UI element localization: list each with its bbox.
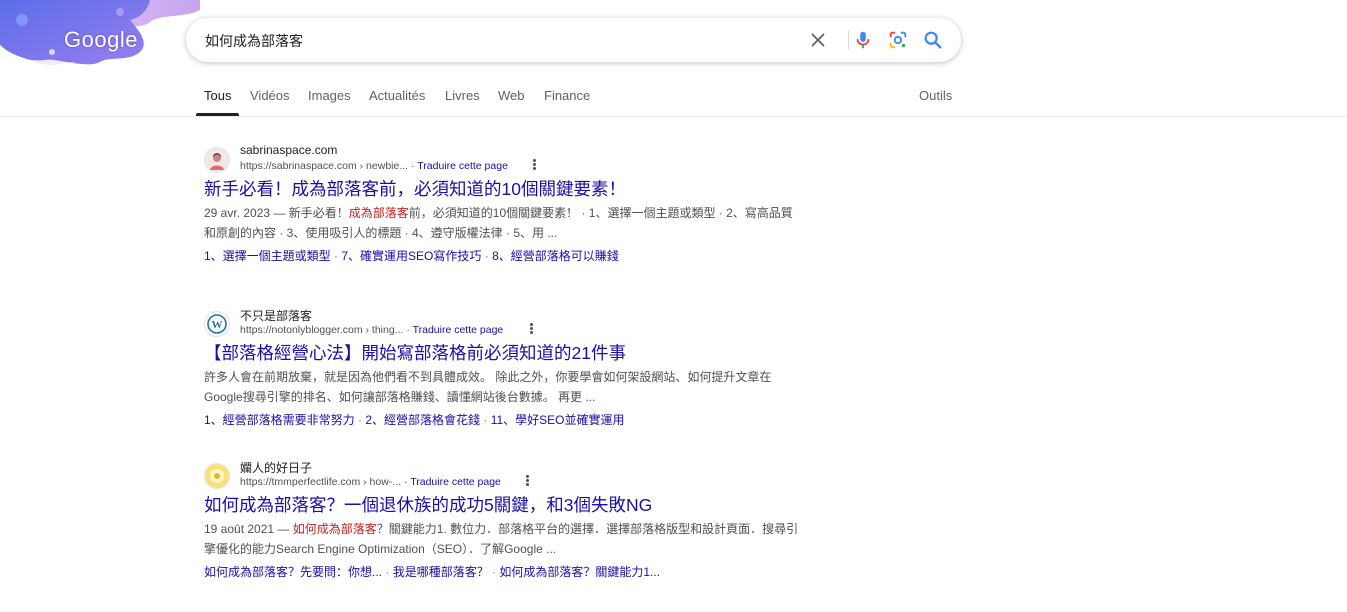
more-options-icon[interactable]: [522, 474, 532, 488]
sitelink[interactable]: 我是哪種部落客？: [393, 565, 489, 579]
tab-actualites[interactable]: Actualités: [369, 88, 425, 103]
microphone-icon[interactable]: [852, 29, 874, 51]
sitelink[interactable]: 11、學好SEO並確實運用: [491, 413, 625, 427]
tab-livres[interactable]: Livres: [445, 88, 480, 103]
search-icon[interactable]: [922, 29, 944, 51]
sitelink[interactable]: 2、經營部落格會花錢: [365, 413, 480, 427]
site-url[interactable]: https://tmmperfectlife.com › how-... · T…: [240, 476, 501, 488]
site-name[interactable]: 孄人的好日子: [240, 459, 312, 476]
site-url[interactable]: https://notonlyblogger.com › thing... · …: [240, 324, 503, 336]
tabs-divider: [0, 116, 1347, 117]
snippet-text: 新手必看！: [288, 206, 349, 220]
tools-button[interactable]: Outils: [919, 88, 952, 103]
site-url[interactable]: https://sabrinaspace.com › newbie... · T…: [240, 160, 508, 172]
search-box[interactable]: 如何成為部落客: [186, 18, 961, 62]
more-options-icon[interactable]: [526, 322, 536, 336]
sitelink[interactable]: 如何成為部落客？關鍵能力1...: [499, 565, 660, 579]
sitelink[interactable]: 如何成為部落客？先要問：你想...: [204, 565, 382, 579]
snippet-highlight: 成為部落客: [348, 206, 409, 220]
portrait-icon: [205, 148, 229, 172]
translate-link[interactable]: Traduire cette page: [410, 476, 501, 488]
tab-videos[interactable]: Vidéos: [250, 88, 290, 103]
search-divider: [848, 30, 849, 50]
clear-icon[interactable]: [807, 29, 829, 51]
translate-link[interactable]: Traduire cette page: [417, 160, 508, 172]
tab-web[interactable]: Web: [498, 88, 525, 103]
translate-link[interactable]: Traduire cette page: [413, 324, 504, 336]
result-date: 19 août 2021: [204, 522, 275, 536]
sitelink[interactable]: 1、選擇一個主題或類型: [204, 249, 331, 263]
sitelinks: 1、經營部落格需要非常努力 · 2、經營部落格會花錢 · 11、學好SEO並確實…: [204, 413, 625, 427]
url-text[interactable]: https://tmmperfectlife.com › how-...: [240, 476, 401, 488]
sitelinks: 如何成為部落客？先要問：你想... · 我是哪種部落客？ · 如何成為部落客？關…: [204, 565, 661, 579]
result-snippet: 19 août 2021 — 如何成為部落客？關鍵能力1. 數位力．部落格平台的…: [204, 522, 799, 556]
site-favicon[interactable]: [204, 147, 230, 173]
site-name[interactable]: sabrinaspace.com: [240, 143, 337, 157]
search-input[interactable]: 如何成為部落客: [205, 31, 303, 51]
sitelinks: 1、選擇一個主題或類型 · 7、確實運用SEO寫作技巧 · 8、經營部落格可以賺…: [204, 249, 619, 263]
wordpress-icon: W: [205, 312, 229, 336]
site-name[interactable]: 不只是部落客: [240, 307, 312, 324]
result-date: 29 avr. 2023: [204, 206, 271, 220]
tab-tous[interactable]: Tous: [204, 88, 231, 103]
sitelink[interactable]: 7、確實運用SEO寫作技巧: [341, 249, 481, 263]
logo-text: Google: [64, 27, 138, 52]
result-snippet: 29 avr. 2023 — 新手必看！成為部落客前，必須知道的10個關鍵要素！…: [204, 206, 793, 240]
result-title[interactable]: 如何成為部落客？一個退休族的成功5關鍵，和3個失敗NG: [204, 492, 652, 517]
url-text[interactable]: https://notonlyblogger.com › thing...: [240, 324, 403, 336]
google-doodle-logo[interactable]: Google: [0, 0, 200, 68]
more-options-icon[interactable]: [529, 158, 539, 172]
site-logo-icon: [205, 464, 229, 488]
svg-text:W: W: [212, 319, 223, 331]
url-text[interactable]: https://sabrinaspace.com › newbie...: [240, 160, 408, 172]
sitelink[interactable]: 1、經營部落格需要非常努力: [204, 413, 355, 427]
result-title[interactable]: 【部落格經營心法】開始寫部落格前必須知道的21件事: [204, 340, 626, 365]
tab-images[interactable]: Images: [308, 88, 351, 103]
result-snippet: 許多人會在前期放棄，就是因為他們看不到具體成效。 除此之外，你要學會如何架設網站…: [204, 370, 772, 404]
snippet-highlight: 如何成為部落客: [292, 522, 377, 536]
sitelink[interactable]: 8、經營部落格可以賺錢: [492, 249, 619, 263]
lens-camera-icon[interactable]: [887, 29, 909, 51]
result-title[interactable]: 新手必看！成為部落客前，必須知道的10個關鍵要素！: [204, 176, 626, 201]
search-tabs: Tous Vidéos Images Actualités Livres Web…: [0, 88, 1347, 116]
site-favicon[interactable]: W: [204, 311, 230, 337]
site-favicon[interactable]: [204, 463, 230, 489]
tab-finance[interactable]: Finance: [544, 88, 590, 103]
